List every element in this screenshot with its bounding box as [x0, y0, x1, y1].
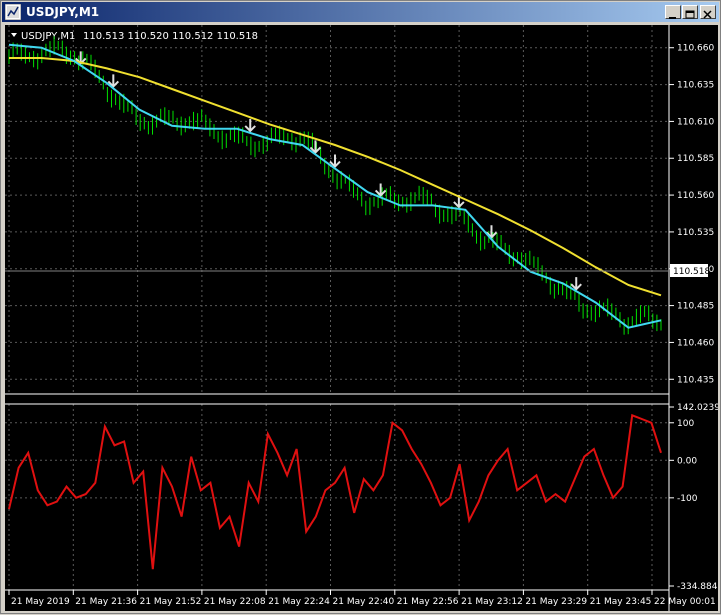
cci-tick-label: 0.00 — [677, 456, 697, 466]
time-label: 21 May 22:08 — [204, 597, 266, 607]
minimize-icon — [669, 17, 676, 19]
time-label: 21 May 23:12 — [461, 597, 523, 607]
sell-arrow-icon — [374, 183, 387, 197]
minimize-button[interactable] — [665, 5, 681, 19]
chart-menu-icon[interactable] — [11, 33, 17, 37]
maximize-button[interactable] — [682, 5, 698, 19]
sell-arrow-icon — [570, 277, 582, 291]
time-label: 21 May 22:56 — [397, 597, 459, 607]
chart-area[interactable]: USDJPY,M1 110.513 110.520 110.512 110.51… — [5, 25, 721, 611]
ma-fast-line — [8, 43, 662, 329]
time-label: 21 May 21:36 — [75, 597, 137, 607]
window-title: USDJPY,M1 — [26, 5, 100, 19]
time-label: 21 May 22:40 — [333, 597, 395, 607]
title-bar[interactable]: USDJPY,M1 — [2, 2, 719, 22]
chart-window: USDJPY,M1 USDJPY,M1 110.513 110.520 110.… — [0, 0, 721, 614]
grid — [5, 25, 669, 590]
time-label: 21 May 22:24 — [268, 597, 330, 607]
time-label: 21 May 23:29 — [525, 597, 587, 607]
cci-indicator — [8, 413, 662, 570]
cci-axis: 142.0239 100 0.00 -100 -334.8847 — [669, 403, 721, 592]
ohlc-values: 110.513 110.520 110.512 110.518 — [83, 31, 258, 42]
time-axis: 21 May 2019 21 May 21:36 21 May 21:52 21 Ma… — [8, 590, 716, 607]
cci-tick-label: 142.0239 — [677, 403, 718, 413]
price-tick-label: 110.460 — [677, 338, 714, 348]
price-tick-label: 110.435 — [677, 375, 714, 385]
maximize-icon — [685, 10, 695, 19]
current-price-label: 110.518 — [673, 267, 710, 277]
price-tick-label: 110.585 — [677, 154, 714, 164]
chart-window-icon — [5, 4, 21, 20]
symbol-label: USDJPY,M1 — [21, 31, 75, 42]
candles — [8, 36, 662, 335]
close-icon — [703, 10, 712, 19]
price-axis: 110.660 110.635 110.610 110.585 110.560 110.5… — [669, 44, 714, 385]
price-tick-label: 110.560 — [677, 191, 714, 201]
time-label: 21 May 21:52 — [140, 597, 202, 607]
time-label: 22 May 00:01 — [654, 597, 716, 607]
cci-tick-label: 100 — [677, 419, 694, 429]
cci-tick-label: -334.8847 — [677, 582, 718, 592]
sell-arrow-icon — [329, 154, 341, 168]
price-chart[interactable]: USDJPY,M1 110.513 110.520 110.512 110.51… — [5, 25, 721, 611]
cci-tick-label: -100 — [677, 494, 698, 504]
ma-slow-line — [9, 57, 662, 297]
moving-averages — [8, 43, 662, 329]
price-tick-label: 110.660 — [677, 44, 714, 54]
sell-arrow-icon — [244, 118, 256, 133]
price-tick-label: 110.485 — [677, 302, 714, 312]
time-label: 21 May 23:45 — [590, 597, 652, 607]
price-tick-label: 110.610 — [677, 117, 714, 127]
cci-line — [8, 413, 662, 570]
price-tick-label: 110.635 — [677, 81, 714, 91]
time-label: 21 May 2019 — [11, 597, 70, 607]
close-button[interactable] — [700, 5, 716, 19]
price-tick-label: 110.535 — [677, 228, 714, 238]
